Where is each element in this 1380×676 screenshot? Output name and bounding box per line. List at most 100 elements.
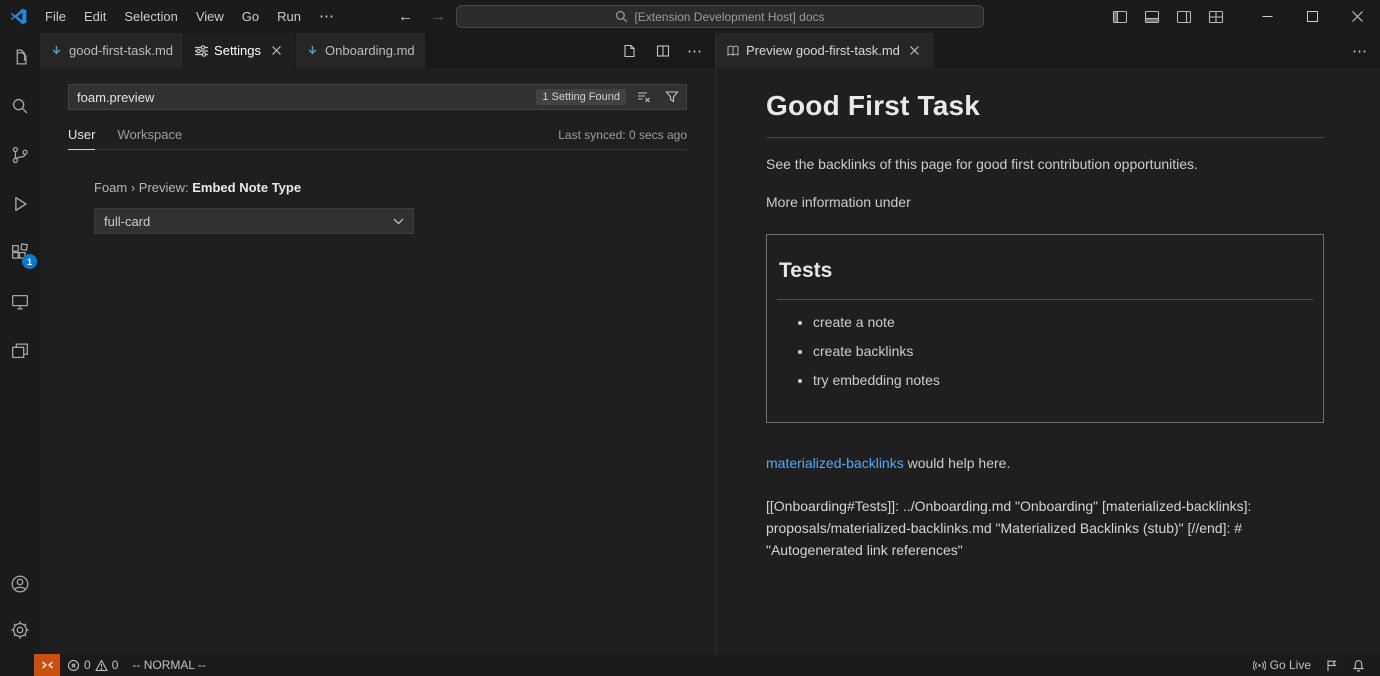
- editor-actions-right: ⋯: [1352, 33, 1380, 68]
- error-icon: [67, 659, 80, 672]
- link-suffix-text: would help here.: [904, 455, 1011, 471]
- extensions-icon[interactable]: 1: [8, 241, 32, 265]
- status-bar-right: Go Live: [1246, 654, 1380, 676]
- customize-layout-icon[interactable]: [1201, 0, 1231, 33]
- menu-overflow-icon[interactable]: ⋯: [310, 0, 344, 33]
- explorer-icon[interactable]: [8, 45, 32, 69]
- tab-label: Onboarding.md: [325, 43, 415, 58]
- open-settings-json-icon[interactable]: [619, 41, 639, 61]
- tab-bar-right: Preview good-first-task.md ⋯: [716, 33, 1380, 68]
- go-live-label: Go Live: [1270, 658, 1311, 672]
- setting-name: Embed Note Type: [192, 180, 301, 195]
- tab-settings[interactable]: Settings: [184, 33, 296, 68]
- list-item: create a note: [813, 312, 1313, 334]
- materialized-backlinks-link[interactable]: materialized-backlinks: [766, 455, 904, 471]
- remote-explorer-icon[interactable]: [8, 290, 32, 314]
- activity-bar: 1: [0, 33, 40, 654]
- editor-actions-left: ⋯: [619, 33, 715, 68]
- setting-title: Foam › Preview: Embed Note Type: [94, 180, 687, 195]
- warning-count: 0: [112, 658, 119, 672]
- preview-paragraph: More information under: [766, 192, 1324, 214]
- close-tab-icon[interactable]: [906, 42, 924, 60]
- remote-indicator[interactable]: [34, 654, 60, 676]
- markdown-file-icon: [50, 44, 63, 57]
- toggle-primary-sidebar-icon[interactable]: [1105, 0, 1135, 33]
- editor-layouts-icon[interactable]: [8, 339, 32, 363]
- command-center-label: [Extension Development Host] docs: [634, 10, 824, 24]
- embedded-note-heading: Tests: [777, 247, 1313, 301]
- tab-label: good-first-task.md: [69, 43, 173, 58]
- broadcast-icon: [1253, 659, 1266, 672]
- tab-onboarding[interactable]: Onboarding.md: [296, 33, 426, 68]
- menu-file[interactable]: File: [36, 0, 75, 33]
- titlebar: File Edit Selection View Go Run ⋯ ← → [E…: [0, 0, 1380, 33]
- setting-category: Foam › Preview:: [94, 180, 192, 195]
- link-references-text: [[Onboarding#Tests]]: ../Onboarding.md "…: [766, 495, 1324, 561]
- preview-paragraph: materialized-backlinks would help here.: [766, 453, 1324, 475]
- list-item: create backlinks: [813, 341, 1313, 363]
- embed-note-type-select[interactable]: full-card: [94, 208, 414, 234]
- editor-group-right: Preview good-first-task.md ⋯ Good First …: [716, 33, 1380, 654]
- markdown-preview-icon: [726, 44, 740, 58]
- markdown-file-icon: [306, 44, 319, 57]
- scope-tab-user[interactable]: User: [68, 127, 95, 150]
- account-icon[interactable]: [8, 572, 32, 596]
- menu-view[interactable]: View: [187, 0, 233, 33]
- tab-preview-good-first-task[interactable]: Preview good-first-task.md: [716, 33, 935, 68]
- setting-item-embed-note-type: Foam › Preview: Embed Note Type full-car…: [68, 180, 687, 234]
- search-icon[interactable]: [8, 94, 32, 118]
- more-actions-icon[interactable]: ⋯: [1352, 42, 1368, 60]
- select-value: full-card: [104, 214, 150, 229]
- vim-mode-indicator[interactable]: -- NORMAL --: [125, 654, 213, 676]
- settings-count-badge: 1 Setting Found: [536, 89, 626, 105]
- embedded-note-list: create a note create backlinks try embed…: [777, 312, 1313, 391]
- vscode-logo-icon: [0, 8, 36, 25]
- menu-bar: File Edit Selection View Go Run ⋯: [36, 0, 344, 33]
- navigate-back-icon[interactable]: ←: [398, 8, 413, 25]
- search-icon: [615, 10, 628, 23]
- tab-good-first-task[interactable]: good-first-task.md: [40, 33, 184, 68]
- clear-filters-icon[interactable]: [634, 87, 654, 107]
- toggle-panel-icon[interactable]: [1137, 0, 1167, 33]
- list-item: try embedding notes: [813, 370, 1313, 392]
- menu-go[interactable]: Go: [233, 0, 268, 33]
- menu-run[interactable]: Run: [268, 0, 310, 33]
- flag-icon: [1325, 659, 1338, 672]
- more-actions-icon[interactable]: ⋯: [687, 42, 703, 60]
- source-control-icon[interactable]: [8, 143, 32, 167]
- remote-icon: [41, 659, 54, 671]
- warning-icon: [95, 659, 108, 672]
- split-editor-icon[interactable]: [653, 41, 673, 61]
- toggle-secondary-sidebar-icon[interactable]: [1169, 0, 1199, 33]
- menu-edit[interactable]: Edit: [75, 0, 115, 33]
- embedded-note-card: Tests create a note create backlinks try…: [766, 234, 1324, 424]
- close-tab-icon[interactable]: [267, 42, 285, 60]
- menu-selection[interactable]: Selection: [115, 0, 186, 33]
- settings-scope-tabs: User Workspace Last synced: 0 secs ago: [68, 122, 687, 150]
- maximize-button[interactable]: [1290, 0, 1335, 33]
- scope-tab-workspace[interactable]: Workspace: [117, 127, 182, 149]
- minimize-button[interactable]: [1245, 0, 1290, 33]
- command-center[interactable]: [Extension Development Host] docs: [456, 5, 984, 28]
- settings-tune-icon: [194, 44, 208, 58]
- go-live-button[interactable]: Go Live: [1246, 654, 1318, 676]
- settings-gear-icon[interactable]: [8, 618, 32, 642]
- tab-label: Preview good-first-task.md: [746, 43, 900, 58]
- feedback-flag-button[interactable]: [1318, 654, 1345, 676]
- run-debug-icon[interactable]: [8, 192, 32, 216]
- tab-label: Settings: [214, 43, 261, 58]
- workbench: 1 good-first-task.md: [0, 33, 1380, 654]
- status-bar: 0 0 -- NORMAL -- Go Live: [0, 654, 1380, 676]
- settings-search-row: 1 Setting Found: [68, 84, 687, 110]
- chevron-down-icon: [393, 218, 404, 225]
- notifications-button[interactable]: [1345, 654, 1372, 676]
- settings-editor: 1 Setting Found User Workspace Last sync…: [40, 68, 715, 234]
- vim-mode-label: -- NORMAL --: [132, 658, 206, 672]
- sync-status-label: Last synced: 0 secs ago: [558, 128, 687, 149]
- close-window-button[interactable]: [1335, 0, 1380, 33]
- problems-indicator[interactable]: 0 0: [60, 654, 125, 676]
- filter-funnel-icon[interactable]: [662, 87, 682, 107]
- bell-icon: [1352, 659, 1365, 672]
- navigate-forward-icon[interactable]: →: [431, 8, 446, 25]
- preview-paragraph: See the backlinks of this page for good …: [766, 154, 1324, 176]
